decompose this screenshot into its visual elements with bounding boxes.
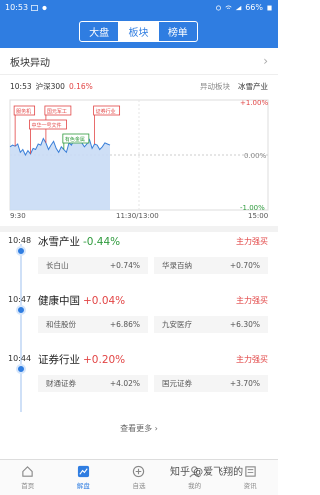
stock-chip[interactable]: 九安医疗 +6.30% [154, 316, 268, 333]
timeline-dot [16, 364, 26, 374]
intraday-chart[interactable]: 服务机 国元军工中华一号文件 有色金属 证券行业 +1.00% 0.00% -1.00… [0, 92, 278, 222]
x-label-open: 9:30 [10, 212, 26, 220]
nav-label: 我的 [188, 482, 202, 490]
stock-name: 和佳股份 [46, 320, 76, 329]
tab-market[interactable]: 大盘 [80, 22, 120, 41]
tab-sectors[interactable]: 板块 [119, 22, 159, 41]
flow-tag: 主力强买 [236, 237, 268, 246]
annotation-label: 中华一号文件 [32, 122, 62, 129]
chevron-right-icon: › [263, 54, 268, 68]
flow-tag: 主力强买 [236, 296, 268, 305]
index-name: 沪深300 [35, 81, 65, 91]
series-area [10, 135, 110, 210]
stock-change: +4.02% [109, 379, 140, 388]
timeline-item-title[interactable]: 冰雪产业 -0.44% [38, 234, 120, 249]
sector-name: 冰雪产业 [238, 81, 268, 91]
segment-control: 大盘 板块 榜单 [79, 21, 198, 42]
nav-watchlist[interactable]: 自选 [111, 460, 167, 495]
flow-tag: 主力强买 [236, 355, 268, 364]
stock-chip[interactable]: 财通证券 +4.02% [38, 375, 148, 392]
chart-icon [77, 465, 89, 478]
battery-level: 66% [245, 3, 263, 12]
sector-movement-header[interactable]: 板块异动 › [0, 48, 278, 74]
stock-chip[interactable]: 长白山 +0.74% [38, 257, 148, 274]
timeline-time: 10:48 [8, 236, 32, 245]
sector-title: 证券行业 [38, 354, 80, 366]
sector-change: -0.44% [83, 236, 121, 248]
sector-title: 冰雪产业 [38, 236, 80, 248]
sector-title: 健康中国 [38, 295, 80, 307]
y-label-top: +1.00% [240, 99, 269, 107]
nav-home[interactable]: 首页 [0, 460, 56, 495]
battery-icon [267, 5, 272, 10]
nav-label: 资讯 [243, 482, 257, 490]
stock-name: 国元证券 [162, 379, 192, 388]
stock-name: 长白山 [46, 261, 69, 270]
section-title: 板块异动 [10, 57, 50, 69]
annotation-label: 有色金属 [65, 136, 85, 143]
wifi-icon [225, 5, 232, 9]
add-circle-icon [133, 465, 145, 478]
tab-rankings[interactable]: 榜单 [159, 22, 197, 41]
image-icon [31, 4, 39, 11]
annotation-label: 服务机 [16, 108, 31, 115]
y-label-mid: 0.00% [244, 152, 267, 160]
chart-svg: 服务机 国元军工中华一号文件有色金属 证券行业 [9, 99, 269, 211]
stock-change: +6.86% [109, 320, 140, 329]
stock-change: +3.70% [229, 379, 260, 388]
chevron-right-icon: › [154, 424, 158, 433]
sector-change: +0.04% [83, 295, 126, 307]
stock-change: +0.74% [109, 261, 140, 270]
chart-time: 10:53 [10, 81, 32, 91]
timeline-dot [16, 305, 26, 315]
timeline-time: 10:47 [8, 295, 32, 304]
status-bar: 10:53 66% [0, 0, 278, 15]
divider [0, 74, 278, 75]
x-label-mid: 11:30/13:00 [116, 212, 159, 220]
home-icon [22, 466, 33, 477]
sector-change: +0.20% [83, 354, 126, 366]
nav-label: 首页 [21, 482, 35, 490]
signal-icon [235, 5, 242, 10]
stock-change: +0.70% [229, 261, 260, 270]
stock-chip[interactable]: 华录百纳 +0.70% [154, 257, 268, 274]
stock-name: 华录百纳 [162, 261, 192, 270]
top-navigation: 大盘 板块 榜单 [0, 15, 278, 48]
y-label-bottom: -1.00% [240, 204, 265, 212]
x-label-close: 15:00 [248, 212, 269, 220]
notification-icon [42, 5, 47, 10]
nav-analysis[interactable]: 解盘 [56, 460, 112, 495]
nav-label: 自选 [132, 482, 146, 490]
view-more-link[interactable]: 查看更多 › [0, 423, 278, 434]
news-icon [244, 466, 256, 477]
movement-timeline: 10:48 冰雪产业 -0.44% 主力强买 长白山 +0.74% 华录百纳 +0… [0, 232, 278, 442]
timeline-time: 10:44 [8, 354, 32, 363]
status-time: 10:53 [5, 3, 29, 12]
timeline-dot [16, 246, 26, 256]
timeline-line [20, 244, 22, 412]
stock-chip[interactable]: 国元证券 +3.70% [154, 375, 268, 392]
alarm-icon [216, 5, 222, 10]
timeline-item-title[interactable]: 证券行业 +0.20% [38, 352, 125, 367]
stock-name: 财通证券 [46, 379, 76, 388]
annotation-label: 证券行业 [96, 108, 116, 115]
view-more-label: 查看更多 [120, 424, 153, 433]
index-change: 0.16% [68, 81, 93, 91]
nav-label: 解盘 [76, 482, 90, 490]
stock-name: 九安医疗 [162, 320, 192, 329]
stock-chip[interactable]: 和佳股份 +6.86% [38, 316, 148, 333]
sector-label: 异动板块 [200, 81, 230, 91]
annotation-label: 国元军工 [47, 109, 67, 115]
stock-change: +6.30% [229, 320, 260, 329]
chart-info-row: 10:53 沪深300 0.16% 异动板块 冰雪产业 [10, 80, 268, 92]
watermark: 知乎 @爱飞翔的 [170, 467, 244, 478]
timeline-item-title[interactable]: 健康中国 +0.04% [38, 293, 125, 308]
